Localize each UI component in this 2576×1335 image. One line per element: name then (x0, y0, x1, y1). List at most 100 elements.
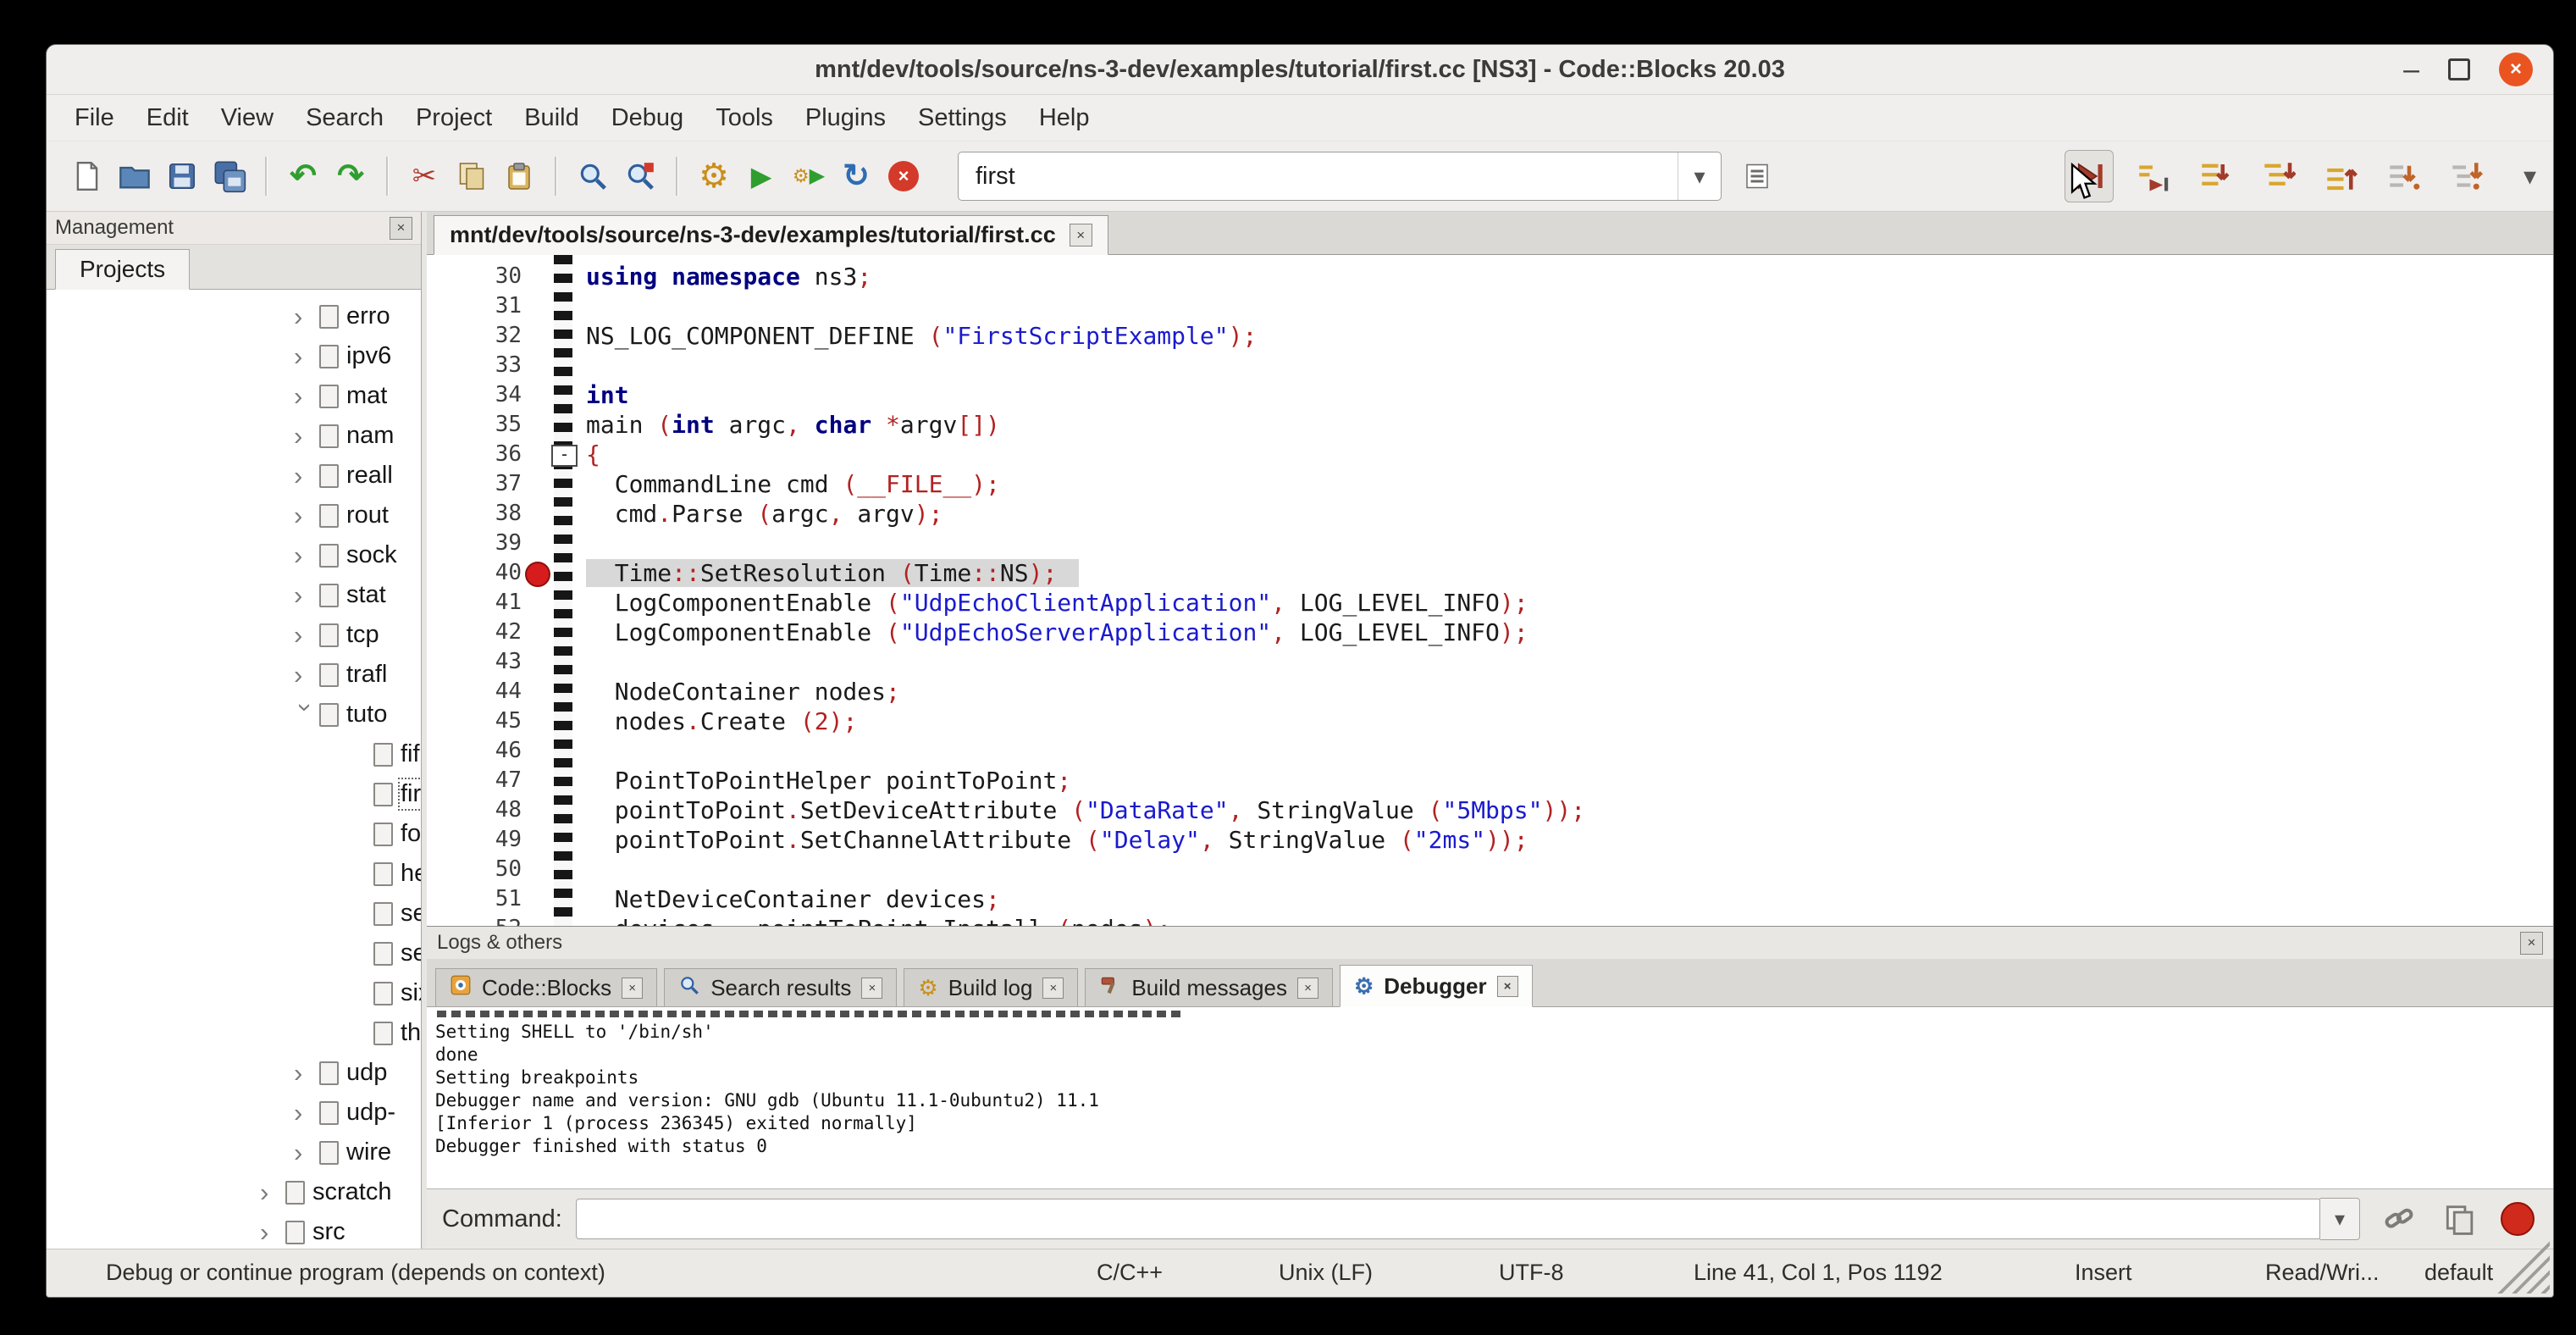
step-out-button[interactable] (2317, 151, 2364, 202)
code-line-39[interactable]: 39 (427, 529, 2553, 558)
stop-debugger-button[interactable] (2497, 1199, 2538, 1239)
toolbar-overflow-chevron[interactable]: ▾ (2523, 162, 2536, 191)
tree-item-th[interactable]: th (47, 1013, 421, 1053)
chevron-right-icon[interactable]: › (260, 1217, 284, 1248)
code-line-31[interactable]: 31 (427, 291, 2553, 321)
chevron-right-icon[interactable]: › (294, 1058, 318, 1088)
menu-edit[interactable]: Edit (130, 95, 205, 141)
chevron-right-icon[interactable]: › (294, 1098, 318, 1128)
tree-item-wire[interactable]: ›wire (47, 1133, 421, 1172)
menu-tools[interactable]: Tools (699, 95, 789, 141)
menu-plugins[interactable]: Plugins (789, 95, 902, 141)
menu-settings[interactable]: Settings (902, 95, 1023, 141)
chevron-right-icon[interactable]: › (294, 540, 318, 571)
tree-item-he[interactable]: he (47, 854, 421, 894)
command-input[interactable] (576, 1199, 2320, 1239)
code-line-51[interactable]: 51 NetDeviceContainer devices; (427, 884, 2553, 914)
log-tab-close-icon[interactable]: × (622, 978, 643, 999)
chevron-down-icon[interactable]: ▾ (1678, 152, 1721, 200)
save-all-button[interactable] (206, 151, 253, 202)
code-line-32[interactable]: 32NS_LOG_COMPONENT_DEFINE ("FirstScriptE… (427, 321, 2553, 351)
paste-button[interactable] (495, 151, 543, 202)
build-button[interactable]: ⚙ (690, 151, 738, 202)
tree-item-se[interactable]: se (47, 894, 421, 933)
chevron-down-icon[interactable]: › (290, 703, 321, 727)
log-tab-build-log[interactable]: ⚙Build log× (904, 968, 1078, 1007)
menu-file[interactable]: File (58, 95, 130, 141)
copy-button[interactable] (448, 151, 495, 202)
tree-item-tcp[interactable]: ›tcp (47, 615, 421, 655)
code-line-30[interactable]: 30using namespace ns3; (427, 262, 2553, 291)
tree-item-udp[interactable]: ›udp (47, 1053, 421, 1093)
menu-build[interactable]: Build (508, 95, 595, 141)
attach-button[interactable] (2379, 1199, 2419, 1239)
log-tab-close-icon[interactable]: × (1497, 976, 1518, 997)
tree-item-src[interactable]: ›src (47, 1212, 421, 1249)
tree-item-scratch[interactable]: ›scratch (47, 1172, 421, 1212)
tree-item-reall[interactable]: ›reall (47, 456, 421, 496)
redo-button[interactable]: ↷ (327, 151, 374, 202)
tree-item-rout[interactable]: ›rout (47, 496, 421, 535)
command-history-chevron-icon[interactable]: ▾ (2320, 1198, 2360, 1240)
code-line-48[interactable]: 48 pointToPoint.SetDeviceAttribute ("Dat… (427, 795, 2553, 825)
code-line-43[interactable]: 43 (427, 647, 2553, 677)
editor-tab-close-icon[interactable]: × (1070, 224, 1092, 247)
build-target-select[interactable]: first ▾ (958, 152, 1722, 201)
code-line-52[interactable]: 52 devices = pointToPoint.Install (nodes… (427, 914, 2553, 926)
menu-debug[interactable]: Debug (595, 95, 699, 141)
minimize-button[interactable]: – (2403, 61, 2419, 78)
undo-button[interactable]: ↶ (279, 151, 327, 202)
rebuild-button[interactable]: ↻ (832, 151, 880, 202)
code-line-47[interactable]: 47 PointToPointHelper pointToPoint; (427, 766, 2553, 795)
next-line-button[interactable] (2192, 151, 2239, 202)
editor-tab-first-cc[interactable]: mnt/dev/tools/source/ns-3-dev/examples/t… (434, 215, 1108, 255)
fold-marker[interactable]: - (551, 445, 578, 467)
logs-close-icon[interactable]: × (2520, 932, 2543, 955)
code-line-45[interactable]: 45 nodes.Create (2); (427, 706, 2553, 736)
close-button[interactable]: × (2499, 53, 2533, 86)
titlebar[interactable]: mnt/dev/tools/source/ns-3-dev/examples/t… (47, 45, 2553, 95)
chevron-right-icon[interactable]: › (260, 1177, 284, 1208)
tree-item-fir[interactable]: fir (47, 774, 421, 814)
code-line-50[interactable]: 50 (427, 855, 2553, 884)
chevron-right-icon[interactable]: › (294, 461, 318, 491)
tree-item-erro[interactable]: ›erro (47, 296, 421, 336)
tree-item-se[interactable]: se (47, 933, 421, 973)
code-editor[interactable]: 30using namespace ns3;3132NS_LOG_COMPONE… (427, 255, 2553, 926)
code-line-37[interactable]: 37 CommandLine cmd (__FILE__); (427, 469, 2553, 499)
code-line-40[interactable]: 40 Time::SetResolution (Time::NS); (427, 558, 2553, 588)
tab-projects[interactable]: Projects (55, 249, 190, 290)
maximize-button[interactable] (2448, 58, 2470, 80)
tree-item-trafl[interactable]: ›trafl (47, 655, 421, 695)
replace-button[interactable] (616, 151, 664, 202)
log-tab-debugger[interactable]: ⚙Debugger× (1340, 965, 1533, 1007)
open-file-button[interactable] (111, 151, 158, 202)
chevron-right-icon[interactable]: › (294, 620, 318, 651)
menu-search[interactable]: Search (290, 95, 400, 141)
tree-item-mat[interactable]: ›mat (47, 376, 421, 416)
new-file-button[interactable] (64, 151, 111, 202)
chevron-right-icon[interactable]: › (294, 302, 318, 332)
log-tab-close-icon[interactable]: × (861, 978, 882, 999)
code-line-46[interactable]: 46 (427, 736, 2553, 766)
tree-item-sock[interactable]: ›sock (47, 535, 421, 575)
log-tab-close-icon[interactable]: × (1297, 978, 1318, 999)
code-line-36[interactable]: 36-{ (427, 440, 2553, 469)
copy-log-button[interactable] (2438, 1199, 2479, 1239)
log-tab-code-blocks[interactable]: Code::Blocks× (435, 968, 657, 1007)
code-line-49[interactable]: 49 pointToPoint.SetChannelAttribute ("De… (427, 825, 2553, 855)
menu-help[interactable]: Help (1023, 95, 1106, 141)
code-line-38[interactable]: 38 cmd.Parse (argc, argv); (427, 499, 2553, 529)
step-into-instruction-button[interactable] (2442, 151, 2490, 202)
tree-item-nam[interactable]: ›nam (47, 416, 421, 456)
management-close-icon[interactable]: × (390, 217, 412, 240)
tree-item-ipv6[interactable]: ›ipv6 (47, 336, 421, 376)
log-tab-build-messages[interactable]: Build messages× (1085, 968, 1333, 1007)
log-tab-search-results[interactable]: Search results× (664, 968, 897, 1007)
chevron-right-icon[interactable]: › (294, 381, 318, 412)
tree-item-six[interactable]: six (47, 973, 421, 1013)
tree-item-fif[interactable]: fif (47, 734, 421, 774)
run-to-cursor-button[interactable] (2129, 151, 2176, 202)
code-line-42[interactable]: 42 LogComponentEnable ("UdpEchoServerApp… (427, 618, 2553, 647)
log-tab-close-icon[interactable]: × (1042, 978, 1064, 999)
